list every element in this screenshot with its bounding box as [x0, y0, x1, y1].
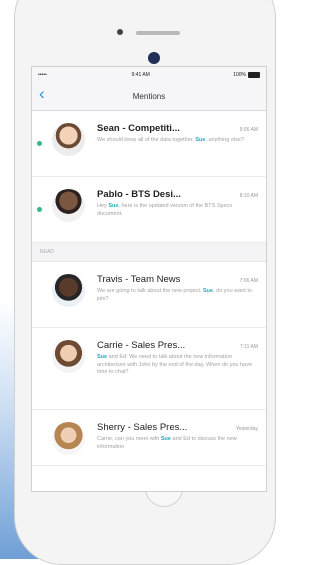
- page-title: Mentions: [132, 91, 166, 101]
- sender-name: Travis - Team News: [97, 274, 181, 285]
- avatar: [52, 189, 85, 222]
- nav-bar: ‹ Mentions: [32, 82, 266, 111]
- sender-name: Sean - Competiti...: [97, 123, 180, 134]
- sender-name: Sherry - Sales Pres...: [97, 422, 188, 433]
- unread-dot: [37, 141, 42, 146]
- message-preview: We should keep all of the data together.…: [97, 137, 244, 143]
- list-item[interactable]: Travis - Team News 7:06 AM We are going …: [32, 262, 266, 328]
- message-time: 7:06 AM: [239, 278, 258, 284]
- avatar: [52, 340, 85, 373]
- camera-dot: [117, 29, 123, 35]
- mention-highlight: Sue: [97, 354, 108, 360]
- message-time: Yesterday: [235, 426, 258, 432]
- avatar: [52, 422, 85, 455]
- avatar: [52, 123, 85, 156]
- mention-highlight: Sue: [108, 203, 119, 209]
- list-item[interactable]: Pablo - BTS Desi... 8:10 AM Hey Sue, her…: [32, 177, 266, 243]
- phone-screen: ••••• ⁠ 9:41 AM 100% ‹ Mentions Sean - C…: [31, 66, 267, 492]
- speaker-slot: [136, 31, 180, 35]
- mention-highlight: Sue: [195, 137, 206, 143]
- message-time: 7:11 AM: [240, 344, 258, 350]
- message-preview: Hey Sue, here is the updated version of …: [97, 203, 233, 217]
- message-time: 8:10 AM: [239, 193, 258, 199]
- mention-highlight: Sue: [203, 288, 214, 294]
- unread-dot: [37, 207, 42, 212]
- carrier-signal: ••••• ⁠: [38, 71, 49, 78]
- status-time: 9:41 AM: [131, 71, 150, 78]
- list-item[interactable]: Carrie - Sales Pres... 7:11 AM Sue and E…: [32, 328, 266, 410]
- message-preview: Sue and Ed: We need to talk about the ne…: [97, 354, 252, 375]
- pointer-dot: [148, 52, 160, 64]
- list-item[interactable]: Sherry - Sales Pres... Yesterday Carrie,…: [32, 410, 266, 466]
- avatar: [52, 274, 85, 307]
- status-bar: ••••• ⁠ 9:41 AM 100%: [32, 67, 266, 82]
- sender-name: Pablo - BTS Desi...: [97, 189, 181, 200]
- sender-name: Carrie - Sales Pres...: [97, 340, 186, 351]
- message-preview: Carrie, can you meet with Sue and Ed to …: [97, 436, 237, 450]
- mention-highlight: Sue: [160, 436, 171, 442]
- list-item[interactable]: Sean - Competiti... 9:06 AM We should ke…: [32, 111, 266, 177]
- section-header: READ: [32, 243, 266, 262]
- battery-percent: 100%: [233, 71, 246, 78]
- battery-icon: [248, 71, 260, 78]
- chevron-left-icon[interactable]: ‹: [39, 85, 45, 102]
- message-time: 9:06 AM: [239, 127, 258, 133]
- message-preview: We are going to talk about the new proje…: [97, 288, 252, 302]
